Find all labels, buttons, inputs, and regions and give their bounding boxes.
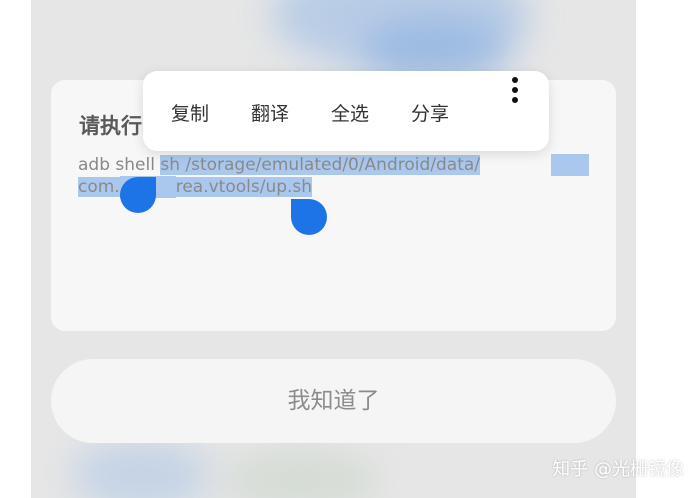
- background-blur: [221, 450, 381, 498]
- selection-end-handle[interactable]: [291, 199, 327, 235]
- selection-start-handle[interactable]: [120, 177, 156, 213]
- selected-text: com.: [78, 177, 120, 197]
- selection-highlight-end: [551, 154, 589, 176]
- command-text-line-2[interactable]: com. rea.vtools/up.sh: [78, 176, 313, 198]
- copy-button[interactable]: 复制: [171, 99, 209, 126]
- command-text-line-1[interactable]: adb shell sh /storage/emulated/0/Android…: [78, 154, 481, 176]
- selected-text: rea.vtools/up.sh: [175, 177, 313, 197]
- selected-text: sh /storage/emulated/0/Android/data/: [160, 155, 481, 175]
- translate-button[interactable]: 翻译: [251, 99, 289, 126]
- watermark: 知乎 @光栅镜像: [552, 459, 684, 480]
- command-prefix: adb shell: [78, 155, 161, 175]
- background-blur: [71, 440, 211, 498]
- phone-screen: 请执行 adb shell sh /storage/emulated/0/And…: [31, 0, 636, 498]
- dialog-title: 请执行: [79, 114, 142, 138]
- confirm-button[interactable]: 我知道了: [51, 359, 616, 443]
- more-vertical-icon[interactable]: [505, 77, 525, 113]
- share-button[interactable]: 分享: [411, 99, 449, 126]
- text-context-menu: 复制 翻译 全选 分享: [143, 71, 549, 151]
- select-all-button[interactable]: 全选: [331, 99, 369, 126]
